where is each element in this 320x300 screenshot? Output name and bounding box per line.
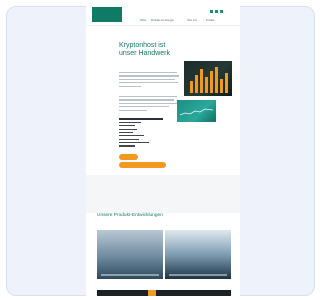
footer-accent [148,290,156,296]
side-tab[interactable] [86,74,98,88]
page-title: Kryptonhost ist unser Handwerk [119,42,170,57]
section-title: Unsere Produkt-Entwicklungen [97,213,163,218]
hero-image-analytics [177,100,216,122]
secondary-cta-button[interactable] [119,162,166,168]
social-icon[interactable] [220,10,223,13]
util-link-2[interactable] [193,10,207,12]
product-tile[interactable] [165,230,231,279]
page-thumbnail[interactable]: Home Produkte & Lösungen Über uns Kontak… [86,4,240,296]
util-link-1[interactable] [174,10,190,12]
hero-image-chart [184,61,232,96]
logo-text [95,8,120,16]
nav-item-home[interactable]: Home [140,19,146,23]
social-icon[interactable] [215,10,218,13]
intro-paragraph [119,72,181,89]
body-paragraph [119,96,181,113]
product-tile[interactable] [97,230,163,279]
nav-item-ueber-uns[interactable]: Über uns [187,19,197,23]
section-spacer [86,175,240,213]
nav-item-produkte[interactable]: Produkte & Lösungen [151,19,174,23]
contact-block [119,118,181,149]
header-divider [86,25,240,26]
primary-cta-button[interactable] [119,154,138,160]
footer-strip [97,290,231,296]
line-chart-icon [180,108,213,116]
social-icon[interactable] [210,10,213,13]
nav-item-kontakt[interactable]: Kontakt [206,19,214,23]
